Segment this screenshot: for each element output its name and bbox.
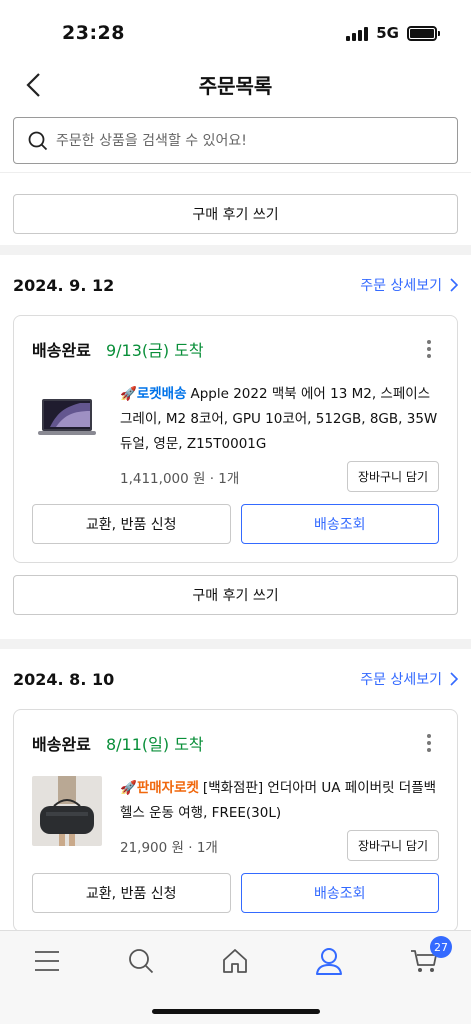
order-header: 2024. 8. 10 주문 상세보기 bbox=[13, 649, 458, 709]
order-card: 배송완료 8/11(일) 도착 🚀판매자로켓 [백화점판] 언더아머 UA 페이… bbox=[13, 709, 458, 930]
price-quantity: 1,411,000 원 · 1개 bbox=[120, 470, 240, 487]
exchange-return-button[interactable]: 교환, 반품 신청 bbox=[32, 873, 231, 913]
home-icon bbox=[223, 949, 247, 973]
tab-menu[interactable] bbox=[29, 943, 65, 979]
product-thumbnail[interactable] bbox=[32, 776, 102, 846]
delivery-status-row: 배송완료 9/13(금) 도착 bbox=[32, 316, 439, 382]
tab-my-account[interactable] bbox=[311, 943, 347, 979]
order-group: 2024. 9. 12 주문 상세보기 배송완료 9/13(금) 도착 🚀로켓배… bbox=[0, 255, 471, 639]
order-detail-label: 주문 상세보기 bbox=[360, 278, 442, 294]
tab-cart[interactable]: 27 bbox=[406, 936, 452, 979]
search-icon bbox=[28, 131, 48, 150]
battery-icon bbox=[407, 25, 440, 41]
rocket-icon: 🚀 bbox=[120, 386, 137, 402]
write-review-button[interactable]: 구매 후기 쓰기 bbox=[13, 194, 458, 234]
order-detail-link[interactable]: 주문 상세보기 bbox=[360, 669, 458, 689]
add-to-cart-button[interactable]: 장바구니 담기 bbox=[346, 830, 439, 861]
header: 주문목록 bbox=[0, 62, 471, 108]
network-type: 5G bbox=[376, 24, 399, 42]
duffel-bag-image bbox=[40, 776, 94, 846]
delivery-badge: 로켓배송 bbox=[136, 386, 187, 402]
cart-count-badge: 27 bbox=[430, 936, 452, 958]
arrival-date: 8/11(일) 도착 bbox=[105, 735, 204, 754]
order-date: 2024. 9. 12 bbox=[13, 275, 115, 295]
product-thumbnail[interactable] bbox=[32, 382, 102, 452]
status-bar: 23:28 5G bbox=[0, 0, 471, 66]
order-item[interactable]: 🚀판매자로켓 [백화점판] 언더아머 UA 페이버릿 더플백 헬스 운동 여행, … bbox=[32, 776, 439, 861]
track-delivery-button[interactable]: 배송조회 bbox=[240, 873, 439, 913]
delivery-status-row: 배송완료 8/11(일) 도착 bbox=[32, 710, 439, 776]
page-title: 주문목록 bbox=[198, 74, 273, 98]
order-group: 2024. 8. 10 주문 상세보기 배송완료 8/11(일) 도착 🚀판매자… bbox=[0, 649, 471, 930]
product-name[interactable]: 🚀판매자로켓 [백화점판] 언더아머 UA 페이버릿 더플백 헬스 운동 여행, … bbox=[120, 776, 439, 826]
more-options-icon[interactable] bbox=[419, 731, 439, 755]
order-list[interactable]: 구매 후기 쓰기 2024. 9. 12 주문 상세보기 배송완료 9/13(금… bbox=[0, 172, 471, 930]
write-review-button[interactable]: 구매 후기 쓰기 bbox=[13, 575, 458, 615]
rocket-icon: 🚀 bbox=[120, 780, 137, 796]
tab-home[interactable] bbox=[217, 943, 253, 979]
track-delivery-button[interactable]: 배송조회 bbox=[240, 504, 439, 544]
delivery-badge: 판매자로켓 bbox=[136, 780, 199, 796]
arrival-date: 9/13(금) 도착 bbox=[105, 341, 204, 360]
order-header: 2024. 9. 12 주문 상세보기 bbox=[13, 255, 458, 315]
price-quantity: 21,900 원 · 1개 bbox=[120, 839, 218, 856]
product-name[interactable]: 🚀로켓배송 Apple 2022 맥북 에어 13 M2, 스페이스그레이, M2… bbox=[120, 382, 439, 457]
order-item[interactable]: 🚀로켓배송 Apple 2022 맥북 에어 13 M2, 스페이스그레이, M2… bbox=[32, 382, 439, 492]
my-account-icon bbox=[316, 948, 342, 975]
menu-icon bbox=[35, 951, 59, 971]
order-search-box[interactable] bbox=[13, 117, 458, 164]
order-detail-label: 주문 상세보기 bbox=[360, 672, 442, 688]
order-detail-link[interactable]: 주문 상세보기 bbox=[360, 275, 458, 295]
more-options-icon[interactable] bbox=[419, 337, 439, 361]
search-icon bbox=[129, 949, 154, 974]
order-date: 2024. 8. 10 bbox=[13, 669, 115, 689]
search-input[interactable] bbox=[56, 132, 436, 149]
delivery-status: 배송완료 bbox=[32, 341, 91, 360]
home-indicator bbox=[152, 1009, 320, 1014]
cellular-signal-icon bbox=[346, 25, 369, 41]
delivery-status: 배송완료 bbox=[32, 735, 91, 754]
order-card: 배송완료 9/13(금) 도착 🚀로켓배송 Apple 2022 맥북 에어 1… bbox=[13, 315, 458, 563]
exchange-return-button[interactable]: 교환, 반품 신청 bbox=[32, 504, 231, 544]
status-indicators: 5G bbox=[346, 24, 440, 42]
add-to-cart-button[interactable]: 장바구니 담기 bbox=[346, 461, 439, 492]
laptop-image bbox=[38, 399, 96, 435]
previous-order-tail: 구매 후기 쓰기 bbox=[0, 172, 471, 245]
status-time: 23:28 bbox=[62, 22, 125, 44]
chevron-right-icon bbox=[450, 672, 458, 686]
chevron-right-icon bbox=[450, 278, 458, 292]
tab-search[interactable] bbox=[123, 943, 159, 979]
